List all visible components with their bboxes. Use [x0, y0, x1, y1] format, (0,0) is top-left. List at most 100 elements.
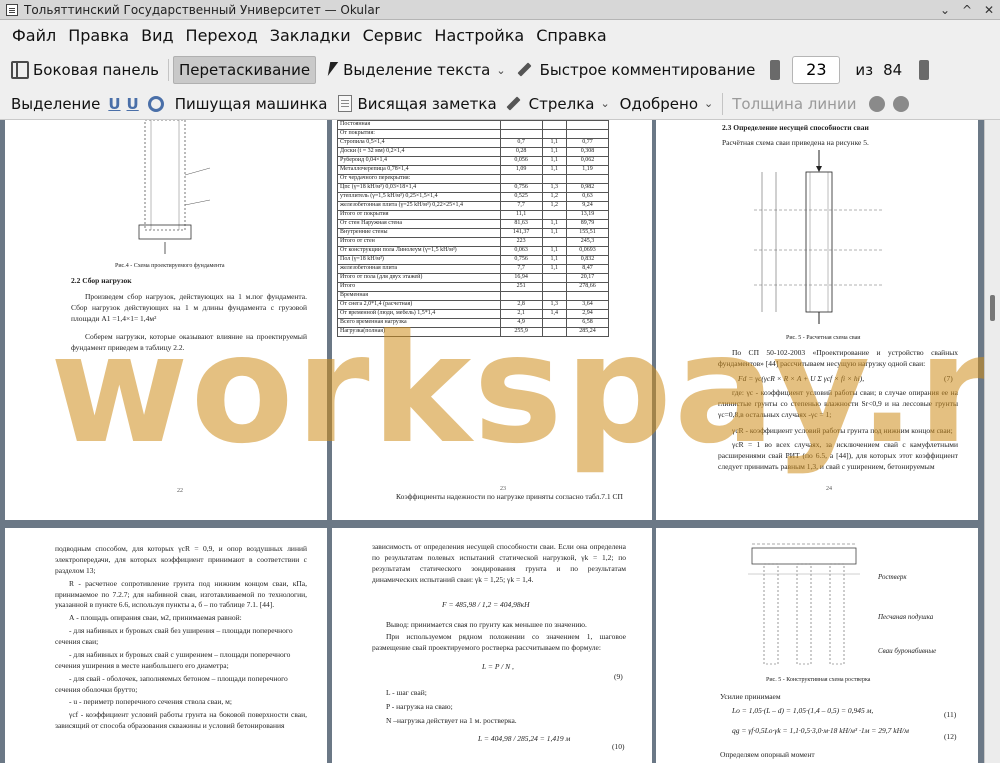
- arrow-pen-icon: [507, 95, 525, 113]
- paragraph: - для набивных и буровых свай без уширен…: [55, 626, 293, 646]
- color-picker-icon[interactable]: [869, 95, 886, 112]
- table-row: От чердачного перекрытия:: [337, 174, 610, 184]
- table-cell: [565, 120, 610, 130]
- formula: F = 485,98 / 1,2 = 404,98кН: [442, 600, 530, 609]
- paragraph: γcf - коэффициент условий работы грунта …: [55, 710, 307, 731]
- formula: L = P / N ,: [482, 662, 514, 671]
- menu-file[interactable]: Файл: [6, 22, 62, 50]
- table-cell: [499, 120, 543, 130]
- paragraph: R - расчетное сопротивление грунта под н…: [55, 578, 307, 610]
- chevron-down-icon[interactable]: ⌄: [704, 97, 713, 110]
- browse-mode-button[interactable]: Перетаскивание: [173, 56, 317, 84]
- maximize-button[interactable]: ^: [956, 3, 978, 17]
- underline-icon[interactable]: U: [105, 95, 123, 113]
- quick-annotation-button[interactable]: Быстрое комментирование: [513, 56, 761, 84]
- table-cell: 7,7: [499, 201, 543, 211]
- table-cell: 245,3: [565, 237, 610, 247]
- paragraph: зависимость от определения несущей спосо…: [372, 542, 626, 584]
- highlight-tool[interactable]: Выделение: [6, 90, 105, 118]
- definition: P - нагрузка на сваю;: [386, 702, 453, 711]
- okular-app-icon: [6, 3, 18, 16]
- document-viewport[interactable]: Рис.4 - Схема проектируемого фундамента …: [0, 120, 984, 763]
- table-row: От конструкции пола Линолеум (γ=1,5 kH/м…: [337, 246, 610, 256]
- paragraph: - u - периметр поперечного сечения ствол…: [69, 697, 232, 707]
- menu-bookmarks[interactable]: Закладки: [264, 22, 357, 50]
- definition: L - шаг свай;: [386, 688, 427, 697]
- typewriter-tool[interactable]: Пишущая машинка: [170, 90, 333, 118]
- formula-number: (10): [612, 742, 625, 751]
- paragraph: Вывод: принимается свая по грунту как ме…: [386, 620, 587, 629]
- table-cell: Постоянная: [337, 120, 501, 130]
- page-of-label: из: [855, 61, 874, 79]
- table-cell: 0,063: [499, 246, 543, 256]
- previous-page-button[interactable]: [768, 59, 782, 81]
- vertical-scrollbar[interactable]: [984, 120, 1000, 763]
- table-cell: [565, 129, 610, 139]
- window-title: Тольяттинский Государственный Университе…: [24, 2, 380, 17]
- table-cell: [541, 282, 567, 292]
- menu-help[interactable]: Справка: [530, 22, 613, 50]
- table-cell: [541, 129, 567, 139]
- next-page-icon: [919, 60, 930, 80]
- table-cell: [499, 291, 543, 301]
- table-cell: 0,756: [499, 255, 543, 265]
- table-cell: [541, 237, 567, 247]
- sidebar-toggle-button[interactable]: Боковая панель: [6, 56, 164, 84]
- line-width-label: Толщина линии: [732, 94, 857, 113]
- table-cell: 16,94: [499, 273, 543, 283]
- menu-settings[interactable]: Настройка: [428, 22, 530, 50]
- page-body: подводным способом, для которых γcR = 0,…: [55, 544, 307, 732]
- table-cell: 0,28: [499, 147, 543, 157]
- scrollbar-thumb[interactable]: [990, 295, 995, 321]
- chevron-down-icon[interactable]: ⌄: [496, 64, 505, 77]
- table-row: Доски (t = 32 мм) 0,2×1,4 0,28 1,1 0,308: [337, 147, 610, 157]
- text-selection-button[interactable]: Выделение текста ⌄: [322, 56, 511, 84]
- paragraph: При используемом рядном положении со зна…: [372, 632, 626, 652]
- font-icon[interactable]: [893, 95, 910, 112]
- section-heading: 2.2 Сбор нагрузок: [71, 276, 132, 285]
- table-cell: [499, 174, 543, 184]
- table-row: Рубероид 0,04×1,4 0,056 1,1 0,062: [337, 156, 610, 166]
- strikeout-icon[interactable]: [147, 95, 164, 112]
- table-cell: железобетонная плита (γ=25 kH/м³) 0,22×2…: [337, 201, 501, 211]
- chevron-down-icon[interactable]: ⌄: [600, 97, 609, 110]
- table-cell: 0,062: [565, 156, 610, 166]
- table-cell: От покрытия:: [337, 129, 501, 139]
- table-cell: 8,47: [565, 264, 610, 274]
- close-button[interactable]: ✕: [978, 3, 1000, 17]
- table-cell: 1,1: [541, 156, 567, 166]
- stamp-tool[interactable]: Одобрено ⌄: [615, 90, 719, 118]
- table-cell: 155,51: [565, 228, 610, 238]
- menu-go[interactable]: Переход: [180, 22, 264, 50]
- table-cell: Металлочерепица 0,78×1,4: [337, 165, 501, 175]
- table-row: От покрытия:: [337, 129, 610, 139]
- arrow-tool[interactable]: Стрелка ⌄: [502, 90, 615, 118]
- table-cell: 9,24: [565, 201, 610, 211]
- menu-edit[interactable]: Правка: [62, 22, 135, 50]
- minimize-button[interactable]: ⌄: [934, 3, 956, 17]
- table-cell: 0,525: [499, 192, 543, 202]
- table-cell: Доски (t = 32 мм) 0,2×1,4: [337, 147, 501, 157]
- squiggle-icon[interactable]: U: [124, 95, 142, 113]
- table-cell: 1,1: [541, 228, 567, 238]
- formula-number: (11): [944, 710, 957, 719]
- menu-tools[interactable]: Сервис: [357, 22, 429, 50]
- formula: qg = γf·0,5Lo·γk = 1,1·0,5·3,0·м·18 kH/м…: [732, 726, 909, 735]
- next-page-button[interactable]: [917, 59, 931, 81]
- table-cell: 0,756: [499, 183, 543, 193]
- table-cell: [565, 291, 610, 301]
- page-number-input[interactable]: 23: [792, 56, 841, 84]
- table-cell: [541, 210, 567, 220]
- line-width-control[interactable]: Толщина линии: [727, 90, 861, 118]
- section-heading: 2.3 Определение несущей способности сваи: [722, 123, 869, 132]
- main-toolbar: Боковая панель Перетаскивание Выделение …: [0, 52, 1000, 88]
- table-cell: 1,1: [541, 138, 567, 148]
- menu-view[interactable]: Вид: [135, 22, 179, 50]
- table-cell: 1,1: [541, 165, 567, 175]
- table-cell: [565, 174, 610, 184]
- figure-label: Песчаная подушка: [878, 613, 934, 621]
- table-cell: Итого: [337, 282, 501, 292]
- popup-note-tool[interactable]: Висящая заметка: [333, 90, 502, 118]
- grillage-drawing: [748, 543, 860, 665]
- cursor-icon: [327, 61, 339, 79]
